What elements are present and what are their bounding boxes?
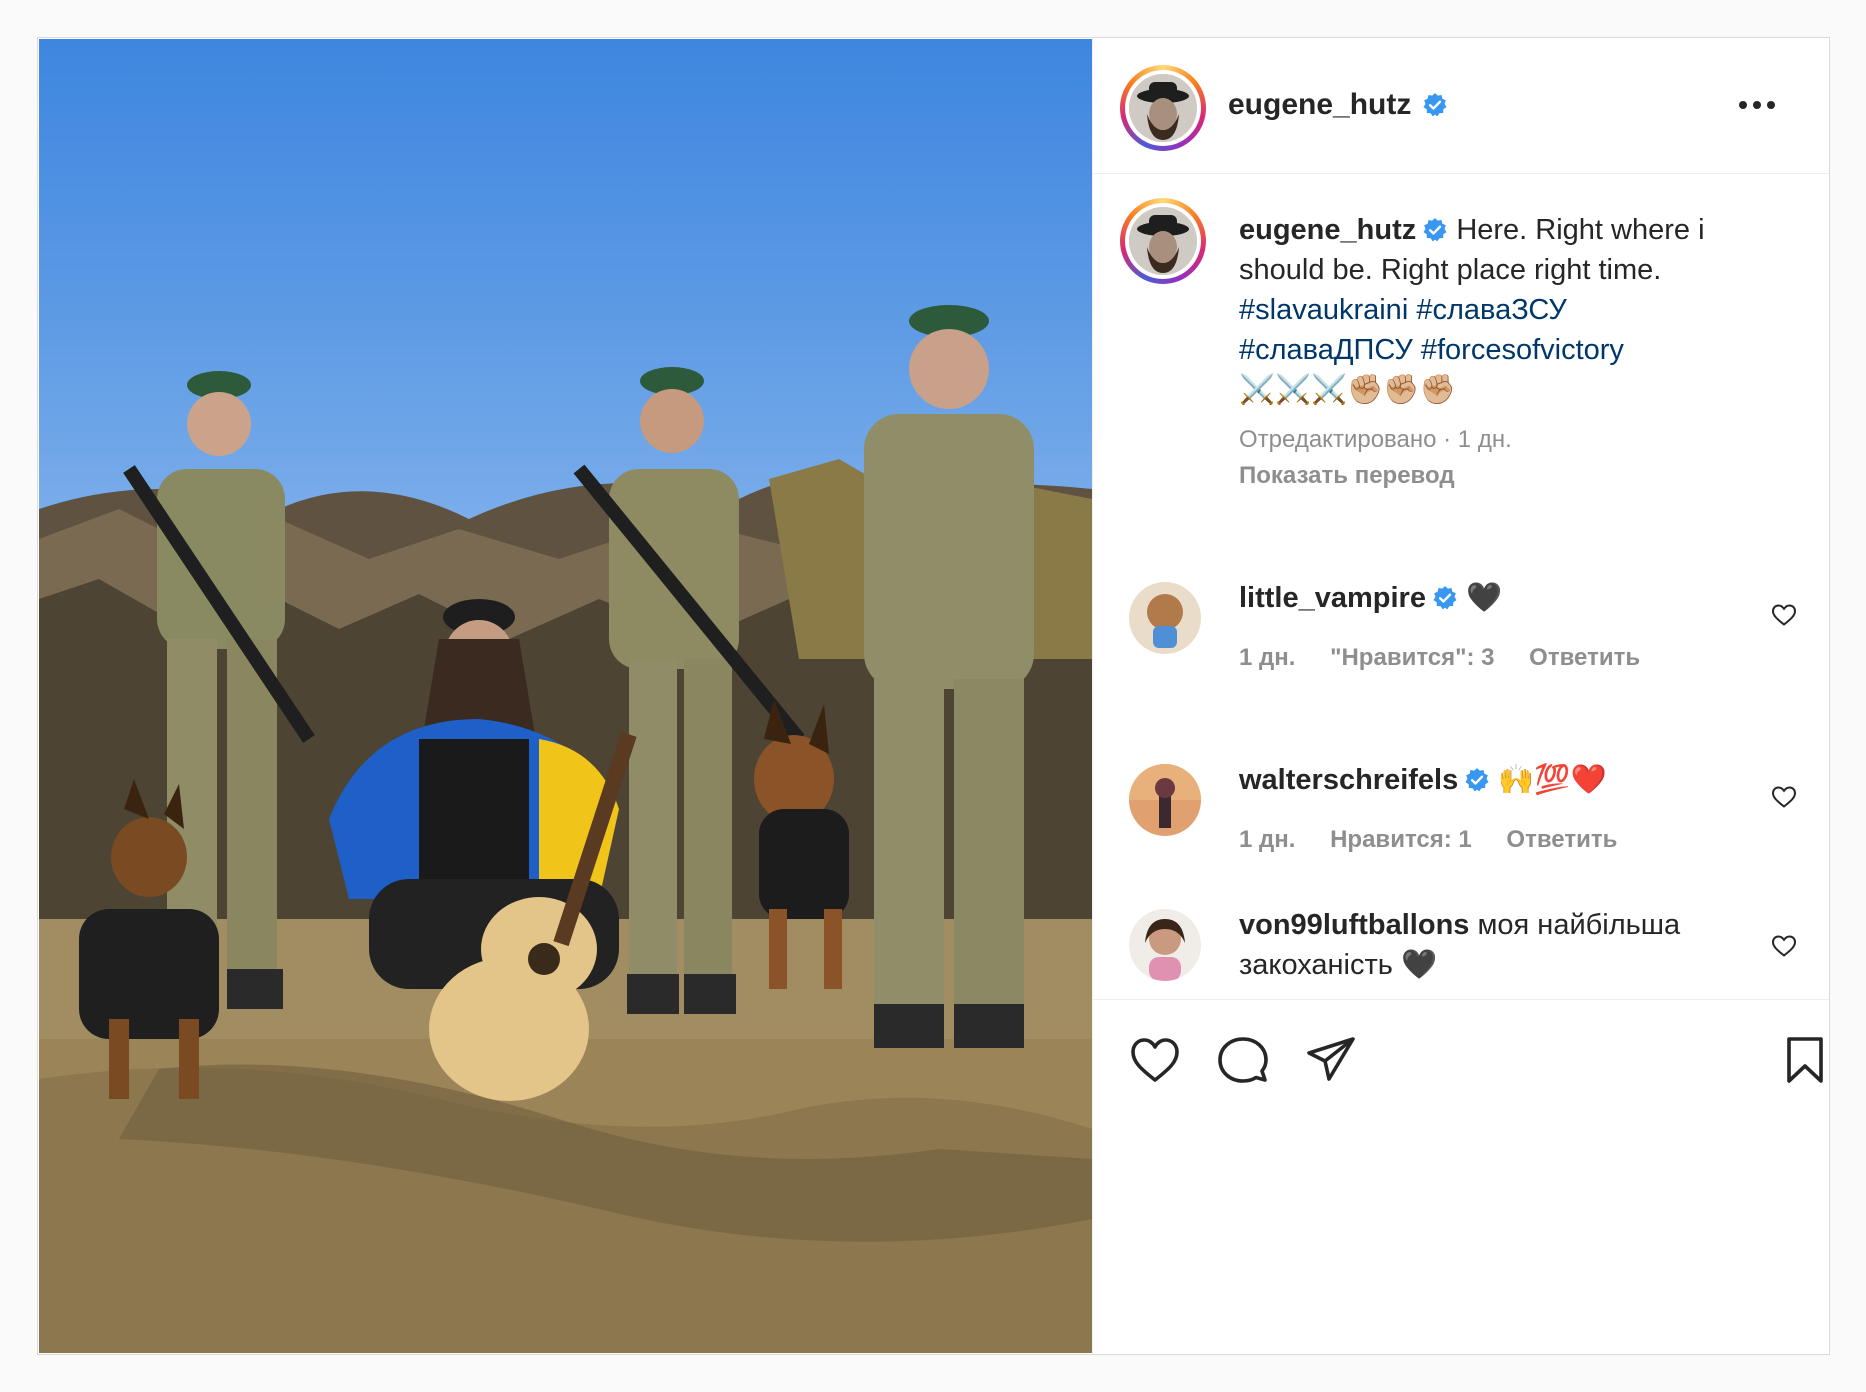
author-avatar[interactable]: [1120, 65, 1206, 151]
comment-icon[interactable]: [1217, 1035, 1269, 1085]
comment-text: walterschreifels 🙌💯❤️: [1239, 760, 1607, 800]
comment-meta: 1 дн. "Нравится": 3 Ответить: [1239, 644, 1668, 672]
comment-likes[interactable]: Нравится: 1: [1330, 826, 1472, 853]
comment-text: little_vampire 🖤: [1239, 578, 1502, 618]
verified-badge-icon: [1423, 218, 1447, 242]
heart-icon[interactable]: [1129, 1035, 1181, 1085]
comment-text: von99luftballons моя найбільша закоханіс…: [1239, 905, 1759, 985]
post-header: eugene_hutz: [1093, 38, 1829, 174]
comment-reply-button[interactable]: Ответить: [1529, 644, 1640, 671]
post-caption: eugene_hutz Here. Right where i should b…: [1239, 210, 1769, 496]
more-horizontal-icon[interactable]: [1737, 98, 1777, 112]
hashtag-link[interactable]: #славаДПСУ: [1239, 334, 1413, 366]
post-side-panel: eugene_hutz eugene_hutz Here. Right wher…: [1092, 38, 1829, 1354]
comment-age: 1 дн.: [1239, 826, 1296, 853]
comment-reply-button[interactable]: Ответить: [1506, 826, 1617, 853]
post-card: eugene_hutz eugene_hutz Here. Right wher…: [37, 37, 1830, 1355]
post-actions: [1093, 999, 1829, 1120]
commenter-avatar[interactable]: [1129, 909, 1201, 981]
caption-edited-time: Отредактировано · 1 дн.: [1239, 426, 1512, 453]
comment-likes[interactable]: "Нравится": 3: [1330, 644, 1494, 671]
hashtag-link[interactable]: #славаЗСУ: [1416, 294, 1566, 326]
photo-illustration: [39, 305, 1092, 1353]
hashtag-link[interactable]: #forcesofvictory: [1421, 334, 1624, 366]
comments-section: eugene_hutz Here. Right where i should b…: [1093, 174, 1829, 998]
show-translation-link[interactable]: Показать перевод: [1239, 456, 1769, 496]
caption-username[interactable]: eugene_hutz: [1239, 214, 1416, 246]
hashtag-link[interactable]: #slavaukraini: [1239, 294, 1408, 326]
caption-emoji: ⚔️⚔️⚔️✊🏼✊🏼✊🏼: [1239, 374, 1456, 406]
comment-age: 1 дн.: [1239, 644, 1296, 671]
share-icon[interactable]: [1305, 1035, 1357, 1085]
caption-text-line1: Here. Right where i: [1456, 214, 1705, 246]
bookmark-icon[interactable]: [1779, 1035, 1831, 1085]
author-avatar-image: [1129, 74, 1197, 142]
commenter-avatar[interactable]: [1129, 582, 1201, 654]
verified-badge-icon: [1423, 93, 1447, 117]
verified-badge-icon: [1433, 586, 1457, 610]
post-photo[interactable]: [39, 39, 1092, 1353]
commenter-avatar[interactable]: [1129, 764, 1201, 836]
comment-meta: 1 дн. Нравится: 1 Ответить: [1239, 826, 1645, 854]
heart-icon[interactable]: [1771, 934, 1797, 958]
comment-body: 🙌💯❤️: [1498, 764, 1607, 796]
comment-body: моя найбільша: [1477, 909, 1681, 941]
heart-icon[interactable]: [1771, 603, 1797, 627]
comment-username[interactable]: von99luftballons: [1239, 909, 1469, 941]
verified-badge-icon: [1465, 768, 1489, 792]
comment-body-line2: закоханість 🖤: [1239, 949, 1438, 981]
caption-avatar-image: [1129, 207, 1197, 275]
comment-username[interactable]: walterschreifels: [1239, 764, 1458, 796]
caption-text-line2: should be. Right place right time.: [1239, 254, 1662, 286]
author-username[interactable]: eugene_hutz: [1228, 88, 1411, 121]
caption-author-avatar[interactable]: [1120, 198, 1206, 284]
comment-username[interactable]: little_vampire: [1239, 582, 1426, 614]
comment-body: 🖤: [1466, 582, 1503, 614]
heart-icon[interactable]: [1771, 785, 1797, 809]
